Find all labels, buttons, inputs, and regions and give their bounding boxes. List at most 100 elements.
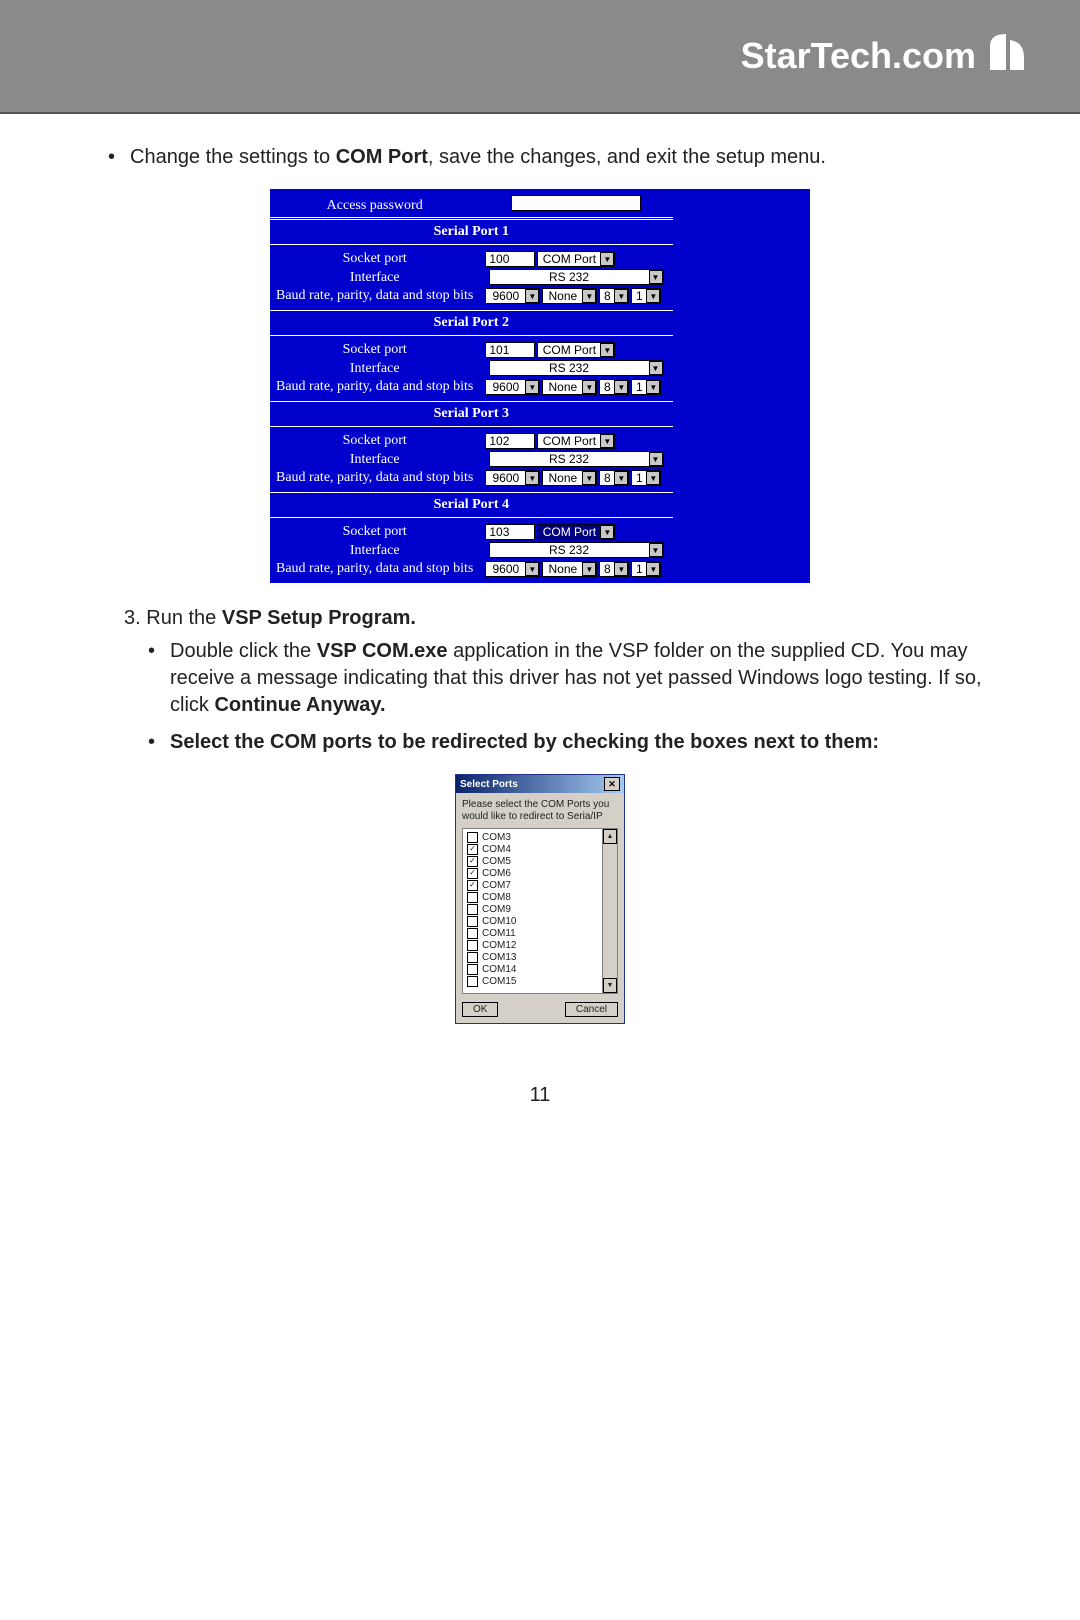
brand-text: StarTech.com [741, 35, 976, 77]
page-content: Change the settings to COM Port, save th… [0, 114, 1080, 1107]
port-checkbox-row[interactable]: COM15 [467, 975, 617, 987]
scroll-up-icon[interactable]: ▲ [603, 829, 617, 844]
checkbox[interactable] [467, 892, 478, 903]
checkbox[interactable] [467, 928, 478, 939]
checkbox[interactable] [467, 952, 478, 963]
parity-select[interactable]: None▼ [542, 288, 597, 304]
dialog-title: Select Ports [460, 779, 518, 790]
chevron-down-icon: ▼ [600, 343, 614, 357]
baud-select[interactable]: 9600▼ [485, 561, 540, 577]
port-checkbox-row[interactable]: ✓ COM5 [467, 855, 617, 867]
port-checkbox-row[interactable]: COM8 [467, 891, 617, 903]
baud-select[interactable]: 9600▼ [485, 379, 540, 395]
interface-label: Interface [270, 359, 479, 378]
interface-select[interactable]: RS 232▼ [489, 269, 664, 285]
checkbox[interactable] [467, 904, 478, 915]
parity-select[interactable]: None▼ [542, 470, 597, 486]
interface-select[interactable]: RS 232▼ [489, 360, 664, 376]
scroll-down-icon[interactable]: ▼ [603, 978, 617, 993]
port-label: COM12 [482, 940, 516, 951]
databits-select[interactable]: 8▼ [599, 379, 629, 395]
port-label: COM15 [482, 976, 516, 987]
header-bar: StarTech.com [0, 0, 1080, 114]
bullet-select-com-ports: Select the COM ports to be redirected by… [170, 729, 990, 756]
interface-select[interactable]: RS 232▼ [489, 542, 664, 558]
stopbits-select[interactable]: 1▼ [631, 470, 661, 486]
mode-select[interactable]: COM Port▼ [537, 524, 615, 540]
port-checkbox-row[interactable]: COM14 [467, 963, 617, 975]
port-checkbox-row[interactable]: COM12 [467, 939, 617, 951]
checkbox[interactable]: ✓ [467, 868, 478, 879]
port-checkbox-row[interactable]: COM10 [467, 915, 617, 927]
port-checkbox-row[interactable]: COM13 [467, 951, 617, 963]
chevron-down-icon: ▼ [646, 471, 660, 485]
baud-label: Baud rate, parity, data and stop bits [270, 560, 479, 583]
chevron-down-icon: ▼ [646, 562, 660, 576]
checkbox[interactable]: ✓ [467, 844, 478, 855]
port-label: COM13 [482, 952, 516, 963]
access-password-label: Access password [270, 189, 479, 218]
port-label: COM6 [482, 868, 511, 879]
baud-label: Baud rate, parity, data and stop bits [270, 287, 479, 311]
scrollbar[interactable]: ▲ ▼ [602, 829, 617, 993]
mode-select[interactable]: COM Port▼ [537, 251, 615, 267]
stopbits-select[interactable]: 1▼ [631, 379, 661, 395]
port-checkbox-row[interactable]: ✓ COM6 [467, 867, 617, 879]
page-number: 11 [90, 1084, 990, 1107]
port-label: COM3 [482, 832, 511, 843]
chevron-down-icon: ▼ [614, 289, 628, 303]
ok-button[interactable]: OK [462, 1002, 498, 1017]
port-label: COM4 [482, 844, 511, 855]
cancel-button[interactable]: Cancel [565, 1002, 618, 1017]
mode-select[interactable]: COM Port▼ [537, 433, 615, 449]
dialog-titlebar[interactable]: Select Ports ✕ [456, 775, 624, 793]
port-label: COM10 [482, 916, 516, 927]
parity-select[interactable]: None▼ [542, 379, 597, 395]
socket-port-input[interactable]: 101 [485, 342, 535, 358]
chevron-down-icon: ▼ [525, 380, 539, 394]
chevron-down-icon: ▼ [600, 252, 614, 266]
parity-select[interactable]: None▼ [542, 561, 597, 577]
databits-select[interactable]: 8▼ [599, 470, 629, 486]
checkbox[interactable]: ✓ [467, 880, 478, 891]
ports-listbox[interactable]: COM3 ✓ COM4 ✓ COM5 ✓ COM6 ✓ COM7 COM8 CO… [462, 828, 618, 994]
access-password-input[interactable] [511, 195, 641, 211]
socket-port-label: Socket port [270, 518, 479, 542]
chevron-down-icon: ▼ [525, 562, 539, 576]
socket-port-input[interactable]: 103 [485, 524, 535, 540]
socket-port-label: Socket port [270, 336, 479, 360]
chevron-down-icon: ▼ [649, 543, 663, 557]
checkbox[interactable] [467, 832, 478, 843]
section-header: Serial Port 2 [270, 311, 673, 336]
chevron-down-icon: ▼ [582, 562, 596, 576]
checkbox[interactable] [467, 940, 478, 951]
databits-select[interactable]: 8▼ [599, 561, 629, 577]
interface-label: Interface [270, 268, 479, 287]
mode-select[interactable]: COM Port▼ [537, 342, 615, 358]
checkbox[interactable] [467, 964, 478, 975]
baud-select[interactable]: 9600▼ [485, 288, 540, 304]
port-checkbox-row[interactable]: ✓ COM7 [467, 879, 617, 891]
databits-select[interactable]: 8▼ [599, 288, 629, 304]
port-checkbox-row[interactable]: COM11 [467, 927, 617, 939]
interface-select[interactable]: RS 232▼ [489, 451, 664, 467]
checkbox[interactable] [467, 916, 478, 927]
port-label: COM7 [482, 880, 511, 891]
port-checkbox-row[interactable]: COM3 [467, 831, 617, 843]
port-label: COM5 [482, 856, 511, 867]
port-checkbox-row[interactable]: ✓ COM4 [467, 843, 617, 855]
section-header: Serial Port 3 [270, 402, 673, 427]
brand: StarTech.com [741, 30, 1080, 82]
checkbox[interactable]: ✓ [467, 856, 478, 867]
close-icon[interactable]: ✕ [604, 777, 620, 791]
baud-select[interactable]: 9600▼ [485, 470, 540, 486]
port-checkbox-row[interactable]: COM9 [467, 903, 617, 915]
stopbits-select[interactable]: 1▼ [631, 288, 661, 304]
chevron-down-icon: ▼ [649, 361, 663, 375]
socket-port-input[interactable]: 102 [485, 433, 535, 449]
socket-port-input[interactable]: 100 [485, 251, 535, 267]
chevron-down-icon: ▼ [646, 380, 660, 394]
chevron-down-icon: ▼ [649, 270, 663, 284]
checkbox[interactable] [467, 976, 478, 987]
stopbits-select[interactable]: 1▼ [631, 561, 661, 577]
